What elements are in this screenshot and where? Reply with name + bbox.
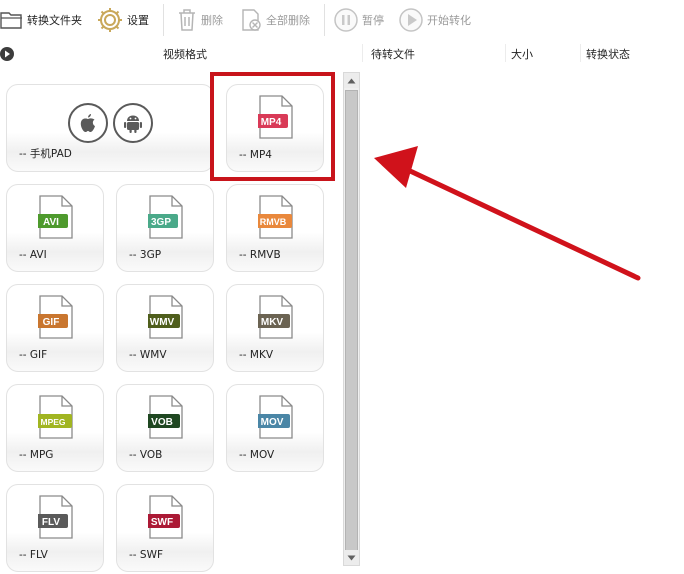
toolbar: 转换文件夹 设置 删除 全部删除 暂停 开始转化: [0, 0, 684, 40]
delete-all-label: 全部删除: [266, 14, 310, 27]
delete-all-button[interactable]: 全部删除: [239, 6, 310, 34]
status-column-header[interactable]: 转换状态: [586, 46, 630, 62]
format-label-3gp: -- 3GP: [129, 249, 162, 261]
settings-button[interactable]: 设置: [96, 6, 149, 34]
annotation-arrow: [374, 146, 641, 281]
mkv-file-icon: MKV: [258, 295, 293, 339]
mov-file-icon: MOV: [258, 395, 293, 439]
3gp-badge-text: 3GP: [151, 217, 171, 228]
format-label-mpeg: -- MPG: [19, 449, 54, 461]
format-card-mpeg[interactable]: MPEG -- MPG: [6, 384, 104, 472]
scroll-down-icon: [347, 555, 356, 560]
format-card-mkv[interactable]: MKV -- MKV: [226, 284, 324, 372]
format-label-tablet: -- 手机PAD: [19, 148, 72, 160]
format-label-avi: -- AVI: [19, 249, 47, 261]
format-card-vob[interactable]: VOB -- VOB: [116, 384, 214, 472]
format-label-swf: -- SWF: [129, 549, 164, 561]
avi-badge-text: AVI: [43, 217, 59, 228]
mpeg-badge-text: MPEG: [40, 417, 65, 427]
android-icon: [113, 103, 153, 143]
trash-icon: [179, 9, 195, 31]
gif-badge-text: GIF: [43, 317, 60, 328]
format-label-mkv: -- MKV: [239, 349, 274, 361]
format-card-tablet[interactable]: -- 手机PAD: [6, 84, 214, 172]
scroll-up-icon: [347, 78, 356, 83]
start-convert-label: 开始转化: [427, 14, 471, 27]
format-card-3gp[interactable]: 3GP -- 3GP: [116, 184, 214, 272]
format-label-gif: -- GIF: [19, 349, 48, 361]
mov-badge-text: MOV: [261, 417, 284, 428]
convert-folder-label: 转换文件夹: [27, 14, 82, 27]
pause-button[interactable]: 暂停: [333, 6, 384, 34]
mpeg-file-icon: MPEG: [38, 395, 73, 439]
pause-label: 暂停: [362, 14, 384, 27]
format-label-wmv: -- WMV: [129, 349, 167, 361]
delete-all-icon: [242, 9, 261, 31]
format-card-swf[interactable]: SWF -- SWF: [116, 484, 214, 572]
format-list-scrollbar[interactable]: [343, 72, 360, 566]
flv-badge-text: FLV: [42, 517, 60, 528]
format-label-mov: -- MOV: [239, 449, 275, 461]
scroll-down-button[interactable]: [344, 550, 359, 565]
header-separator: [580, 44, 581, 62]
format-card-gif[interactable]: GIF -- GIF: [6, 284, 104, 372]
wmv-file-icon: WMV: [148, 295, 183, 339]
toolbar-separator: [324, 4, 325, 36]
delete-button[interactable]: 删除: [176, 6, 223, 34]
folder-icon: [0, 12, 22, 29]
scroll-thumb[interactable]: [345, 90, 358, 564]
pause-icon: [334, 8, 358, 32]
column-header: 视频格式 待转文件 大小 转换状态: [0, 42, 684, 64]
3gp-file-icon: 3GP: [148, 195, 183, 239]
swf-file-icon: SWF: [148, 495, 183, 539]
start-convert-button[interactable]: 开始转化: [398, 6, 471, 34]
play-icon: [399, 8, 423, 32]
format-card-avi[interactable]: AVI -- AVI: [6, 184, 104, 272]
rmvb-file-icon: RMVB: [258, 195, 293, 239]
size-column-header[interactable]: 大小: [511, 46, 533, 62]
settings-label: 设置: [127, 14, 149, 27]
format-label-flv: -- FLV: [19, 549, 48, 561]
swf-badge-text: SWF: [151, 517, 173, 528]
convert-folder-button[interactable]: 转换文件夹: [0, 6, 82, 34]
apple-icon: [68, 103, 108, 143]
format-card-flv[interactable]: FLV -- FLV: [6, 484, 104, 572]
wmv-badge-text: WMV: [150, 317, 175, 328]
vob-badge-text: VOB: [151, 417, 173, 428]
scroll-up-button[interactable]: [344, 73, 359, 88]
format-card-mov[interactable]: MOV -- MOV: [226, 384, 324, 472]
flv-file-icon: FLV: [38, 495, 73, 539]
format-card-rmvb[interactable]: RMVB -- RMVB: [226, 184, 324, 272]
pending-files-column-header[interactable]: 待转文件: [371, 46, 415, 62]
mp4-selection-highlight: [210, 72, 335, 181]
gear-icon: [98, 8, 122, 32]
delete-label: 删除: [201, 14, 223, 27]
gif-file-icon: GIF: [38, 295, 73, 339]
rmvb-badge-text: RMVB: [260, 217, 287, 227]
format-column-header: 视频格式: [163, 48, 207, 61]
format-card-wmv[interactable]: WMV -- WMV: [116, 284, 214, 372]
toolbar-separator: [163, 4, 164, 36]
header-separator: [505, 44, 506, 62]
format-label-vob: -- VOB: [129, 449, 163, 461]
vob-file-icon: VOB: [148, 395, 183, 439]
header-separator: [362, 44, 363, 62]
format-label-rmvb: -- RMVB: [239, 249, 281, 261]
avi-file-icon: AVI: [38, 195, 73, 239]
mkv-badge-text: MKV: [261, 317, 284, 328]
